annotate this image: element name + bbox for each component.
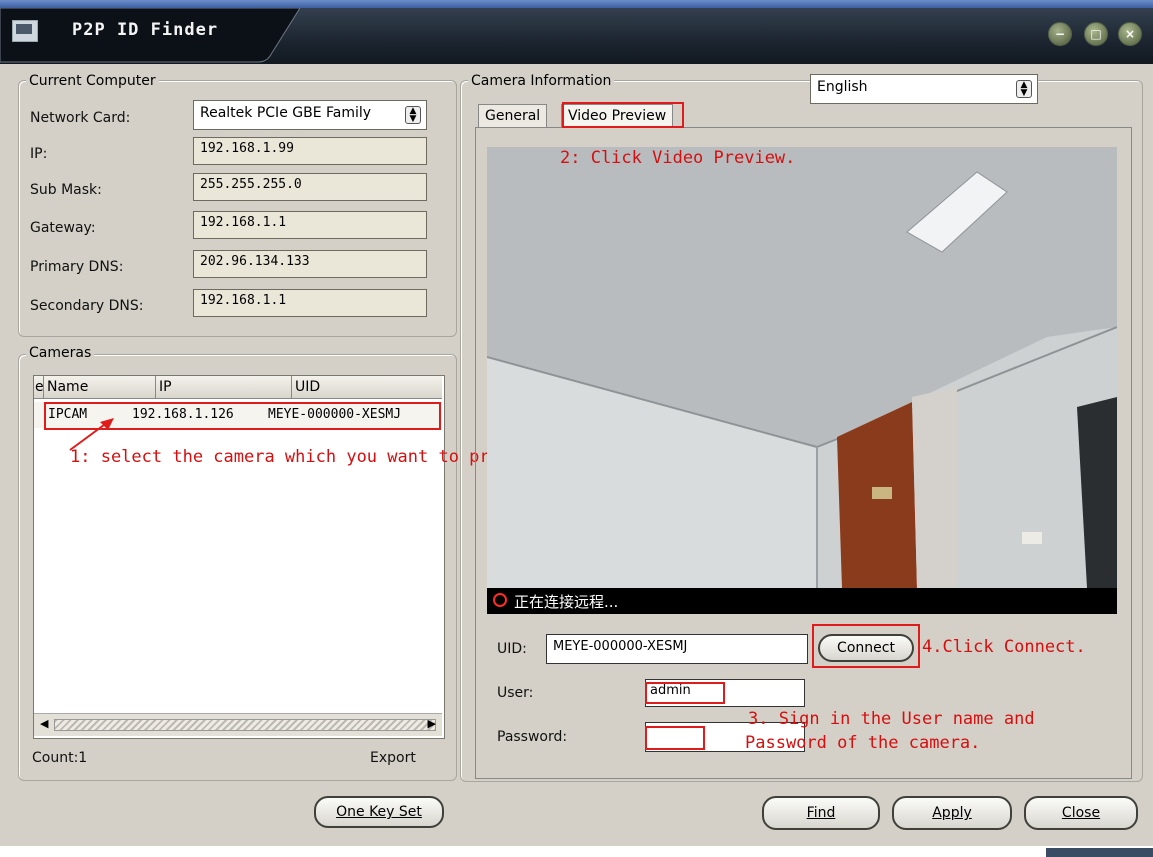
one-key-set-label: One Key Set [336,804,422,820]
app-icon [12,20,38,42]
close-label: Close [1061,805,1101,821]
taskbar-corner [1046,848,1153,857]
current-computer-legend: Current Computer [26,73,159,89]
column-header-uid[interactable]: UID [292,376,442,398]
scroll-left-icon: ◀ [40,717,49,730]
spinner-icon: ▲ ▼ [405,106,421,124]
horizontal-scrollbar[interactable]: ◀ ▶ [34,713,442,736]
minimize-button[interactable]: − [1048,22,1072,46]
window-title: P2P ID Finder [72,20,219,40]
power-icon [493,593,507,607]
submask-label: Sub Mask: [30,182,102,198]
language-select[interactable]: English ▲ ▼ [810,74,1038,104]
scroll-right-icon: ▶ [427,717,436,730]
gateway-label: Gateway: [30,220,96,236]
export-link[interactable]: Export [370,750,416,766]
spinner-icon: ▲ ▼ [1016,80,1032,98]
primary-dns-label: Primary DNS: [30,259,124,275]
ip-field[interactable]: 192.168.1.99 [193,137,427,165]
annotation-step-3-line-2: Password of the camera. [745,733,981,753]
gateway-field[interactable]: 192.168.1.1 [193,211,427,239]
password-label: Password: [497,729,568,745]
network-card-select[interactable]: Realtek PCIe GBE Family ▲ ▼ [193,100,427,130]
annotation-highlight-tab [562,102,684,128]
network-card-value: Realtek PCIe GBE Family [200,105,372,121]
annotation-highlight-connect [812,624,920,668]
annotation-step-4: 4.Click Connect. [922,637,1086,657]
user-label: User: [497,685,534,701]
camera-info-legend: Camera Information [468,73,615,89]
column-header-ip[interactable]: IP [156,376,292,398]
apply-label: Apply [932,805,972,821]
language-value: English [817,79,868,95]
column-header-name[interactable]: Name [44,376,156,398]
camera-list-header: e Name IP UID [34,376,442,399]
close-button[interactable]: Close [1024,796,1138,830]
close-icon: × [1124,27,1136,41]
annotation-step-2: 2: Click Video Preview. [560,148,796,168]
one-key-set-button[interactable]: One Key Set [314,796,444,828]
ip-label: IP: [30,146,48,162]
apply-button[interactable]: Apply [892,796,1012,830]
tab-general[interactable]: General [478,104,548,127]
find-button[interactable]: Find [762,796,880,830]
maximize-button[interactable]: □ [1084,22,1108,46]
network-card-label: Network Card: [30,110,131,126]
maximize-icon: □ [1090,27,1102,41]
video-preview [487,147,1117,588]
secondary-dns-label: Secondary DNS: [30,298,144,314]
close-window-button[interactable]: × [1118,22,1142,46]
annotation-step-3-line-1: 3. Sign in the User name and [748,709,1035,729]
scroll-thumb[interactable] [54,719,436,731]
taskbar-strip [0,0,1153,8]
secondary-dns-field[interactable]: 192.168.1.1 [193,289,427,317]
primary-dns-field[interactable]: 202.96.134.133 [193,250,427,278]
minimize-icon: − [1054,27,1066,41]
count-value: 1 [78,750,88,766]
connection-status-text: 正在连接远程... [514,593,619,611]
count-row: Count:1 [32,750,87,766]
column-header-lead[interactable]: e [34,376,44,398]
uid-label: UID: [497,641,527,657]
count-label: Count: [32,750,79,766]
find-label: Find [806,805,836,821]
submask-field[interactable]: 255.255.255.0 [193,173,427,201]
cameras-legend: Cameras [26,345,95,361]
uid-input[interactable]: MEYE-000000-XESMJ [546,634,808,664]
annotation-highlight-password [645,726,705,750]
video-frame-graphic [487,147,1117,588]
annotation-highlight-user [645,682,725,704]
